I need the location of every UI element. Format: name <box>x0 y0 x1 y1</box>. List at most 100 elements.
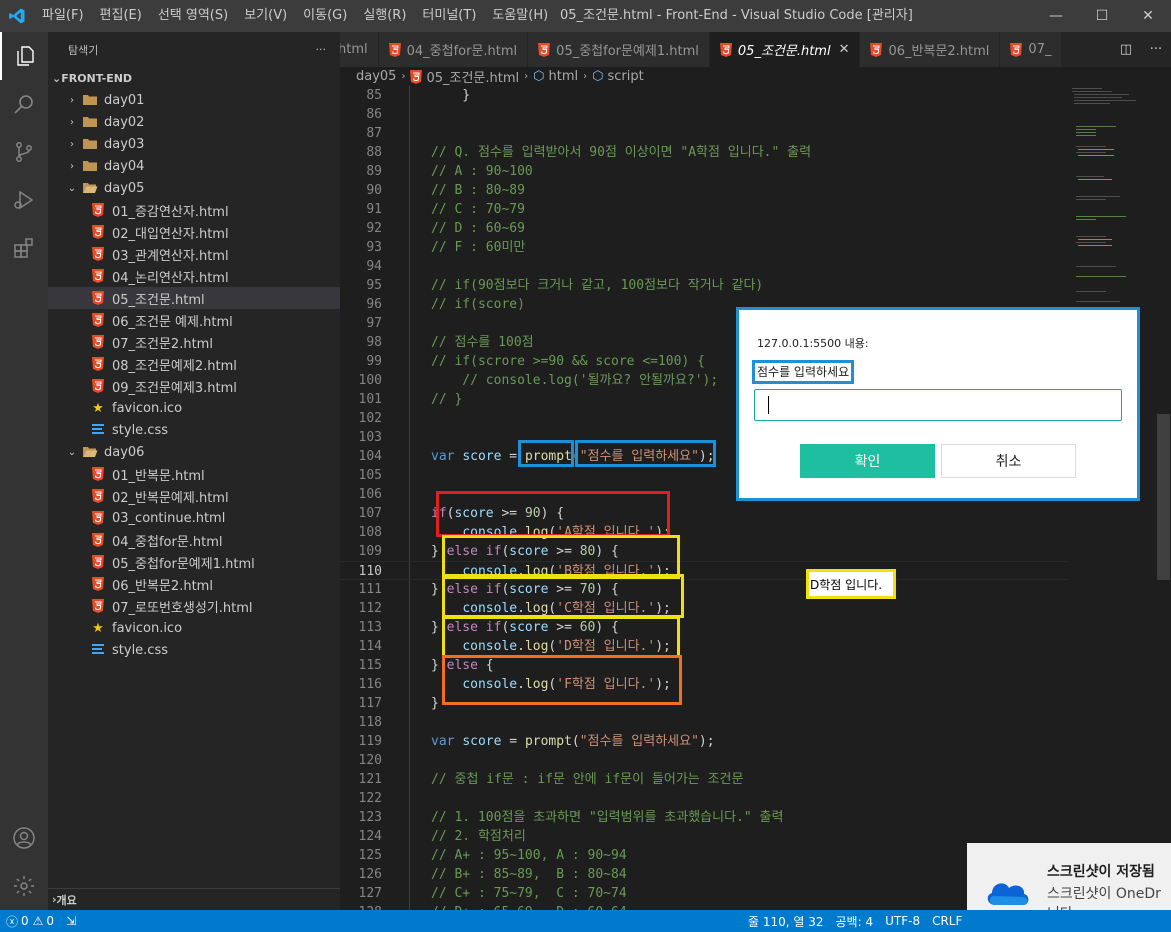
line-ending[interactable]: CRLF <box>926 914 968 928</box>
cube-icon: ⬡ <box>533 69 545 84</box>
tree-file[interactable]: 01_반복문.html <box>48 463 340 485</box>
tree-file[interactable]: 04_중첩for문.html <box>48 529 340 551</box>
code-token: // A+ : 95~100, A : 90~94 <box>431 848 627 863</box>
menu-terminal[interactable]: 터미널(T) <box>414 0 484 32</box>
menu-selection[interactable]: 선택 영역(S) <box>150 0 236 32</box>
breadcrumb-html[interactable]: html <box>549 69 579 84</box>
tree-file[interactable]: 04_논리연산자.html <box>48 265 340 287</box>
tree-file[interactable]: 03_관계연산자.html <box>48 243 340 265</box>
code-token: // 2. 학점처리 <box>431 829 526 844</box>
tree-file[interactable]: 07_로또번호생성기.html <box>48 595 340 617</box>
tree-file[interactable]: 06_반복문2.html <box>48 573 340 595</box>
tree-file[interactable]: ★ favicon.ico <box>48 397 340 419</box>
indentation[interactable]: 공백: 4 <box>830 913 880 930</box>
tree-folder[interactable]: › day01 <box>48 89 340 111</box>
editor-tab[interactable]: 05_조건문.html ✕ <box>709 32 861 67</box>
code-text: // B : 80~89 <box>431 181 525 200</box>
tab-label: html <box>340 42 368 57</box>
file-tree: › day01 › day02 › day03 › day04 ⌄ day05 01_증감연산자.h… <box>48 89 340 661</box>
minimize-button[interactable]: — <box>1033 0 1079 32</box>
editor-tab[interactable]: 04_중첩for문.html <box>378 32 529 67</box>
tree-folder[interactable]: › day03 <box>48 133 340 155</box>
dialog-input[interactable] <box>754 389 1122 421</box>
menu-run[interactable]: 실행(R) <box>355 0 414 32</box>
tree-file[interactable]: 09_조건문예제3.html <box>48 375 340 397</box>
folder-icon <box>80 159 100 173</box>
tree-file[interactable]: 06_조건문 예제.html <box>48 309 340 331</box>
editor-tab[interactable]: 05_중첩for문예제1.html <box>528 32 710 67</box>
activity-bar <box>0 32 48 910</box>
tree-item-label: 06_반복문2.html <box>112 578 213 594</box>
html5-icon <box>88 599 108 613</box>
explorer-icon[interactable] <box>0 32 48 80</box>
code-text: // F : 60미만 <box>431 238 525 257</box>
tree-folder[interactable]: › day04 <box>48 155 340 177</box>
scrollbar-thumb[interactable] <box>1157 414 1170 580</box>
vertical-scrollbar[interactable] <box>1156 86 1171 910</box>
breadcrumb-folder[interactable]: day05 <box>356 69 396 84</box>
chevron-right-icon: › <box>70 116 74 128</box>
code-line: 95 // if(90점보다 크거나 같고, 100점보다 작거나 같다) <box>340 276 1156 295</box>
maximize-button[interactable]: ☐ <box>1079 0 1125 32</box>
html5-icon <box>388 42 401 57</box>
code-token: 70 <box>579 582 596 597</box>
tree-file[interactable]: style.css <box>48 419 340 441</box>
code-token: >= <box>548 620 580 635</box>
breadcrumb-script[interactable]: script <box>607 69 643 84</box>
tree-file[interactable]: 07_조건문2.html <box>48 331 340 353</box>
search-icon[interactable] <box>0 80 48 128</box>
editor-tab[interactable]: html <box>340 32 379 67</box>
code-token: . <box>517 525 525 540</box>
code-token: // Q. 점수를 입력받아서 90점 이상이면 "A학점 입니다." 출력 <box>431 145 812 160</box>
tree-folder[interactable]: ⌄ day06 <box>48 441 340 463</box>
tree-file[interactable]: 02_대입연산자.html <box>48 221 340 243</box>
tab-label: 05_조건문.html <box>737 44 831 59</box>
live-share-icon[interactable]: ⇲ <box>60 914 82 928</box>
more-actions-button[interactable]: ··· <box>316 43 327 56</box>
menu-go[interactable]: 이동(G) <box>295 0 355 32</box>
close-window-button[interactable]: ✕ <box>1125 0 1171 32</box>
line-number: 94 <box>366 259 382 274</box>
tree-file[interactable]: 03_continue.html <box>48 507 340 529</box>
problems-indicator[interactable]: ⓧ 0 ⚠ 0 <box>0 913 60 930</box>
line-number: 108 <box>358 525 382 540</box>
workspace-root[interactable]: ⌄ FRONT-END <box>48 67 340 89</box>
outline-section[interactable]: › 개요 <box>48 888 340 910</box>
breadcrumb-file[interactable]: 05_조건문.html <box>426 67 519 86</box>
split-editor-icon[interactable]: ◫ <box>1120 42 1132 57</box>
status-bar: ⓧ 0 ⚠ 0 ⇲ 줄 110, 열 32 공백: 4 UTF-8 CRLF <box>0 910 1171 932</box>
account-icon[interactable] <box>0 814 48 862</box>
ok-button[interactable]: 확인 <box>800 444 935 478</box>
menu-help[interactable]: 도움말(H) <box>484 0 556 32</box>
extensions-icon[interactable] <box>0 224 48 272</box>
dialog-origin: 127.0.0.1:5500 내용: <box>757 337 869 350</box>
tree-file[interactable]: style.css <box>48 639 340 661</box>
editor-tab[interactable]: 07_ <box>1000 32 1063 67</box>
run-debug-icon[interactable] <box>0 176 48 224</box>
code-token: } <box>431 544 447 559</box>
cancel-button[interactable]: 취소 <box>941 444 1076 478</box>
menu-edit[interactable]: 편집(E) <box>92 0 150 32</box>
source-control-icon[interactable] <box>0 128 48 176</box>
more-icon[interactable]: ··· <box>1150 42 1162 57</box>
code-line: 109} else if(score >= 80) { <box>340 542 1156 561</box>
tree-file[interactable]: 01_증감연산자.html <box>48 199 340 221</box>
tree-folder[interactable]: › day02 <box>48 111 340 133</box>
tree-file[interactable]: 02_반복문예제.html <box>48 485 340 507</box>
tree-file[interactable]: 08_조건문예제2.html <box>48 353 340 375</box>
code-line: 86 <box>340 105 1156 124</box>
code-token: 'C학점 입니다.' <box>556 601 656 616</box>
menu-file[interactable]: 파일(F) <box>34 0 92 32</box>
menu-view[interactable]: 보기(V) <box>236 0 295 32</box>
close-tab-icon[interactable]: ✕ <box>839 42 850 57</box>
tree-file[interactable]: ★ favicon.ico <box>48 617 340 639</box>
settings-gear-icon[interactable] <box>0 862 48 910</box>
tree-file[interactable]: 05_조건문.html <box>48 287 340 309</box>
encoding[interactable]: UTF-8 <box>879 914 926 928</box>
tree-file[interactable]: 05_중첩for문예제1.html <box>48 551 340 573</box>
code-text: console.log('A학점 입니다.'); <box>431 523 671 542</box>
tree-folder[interactable]: ⌄ day05 <box>48 177 340 199</box>
cursor-position[interactable]: 줄 110, 열 32 <box>742 913 830 930</box>
outline-label: 개요 <box>56 893 77 907</box>
editor-tab[interactable]: 06_반복문2.html <box>860 32 1001 67</box>
